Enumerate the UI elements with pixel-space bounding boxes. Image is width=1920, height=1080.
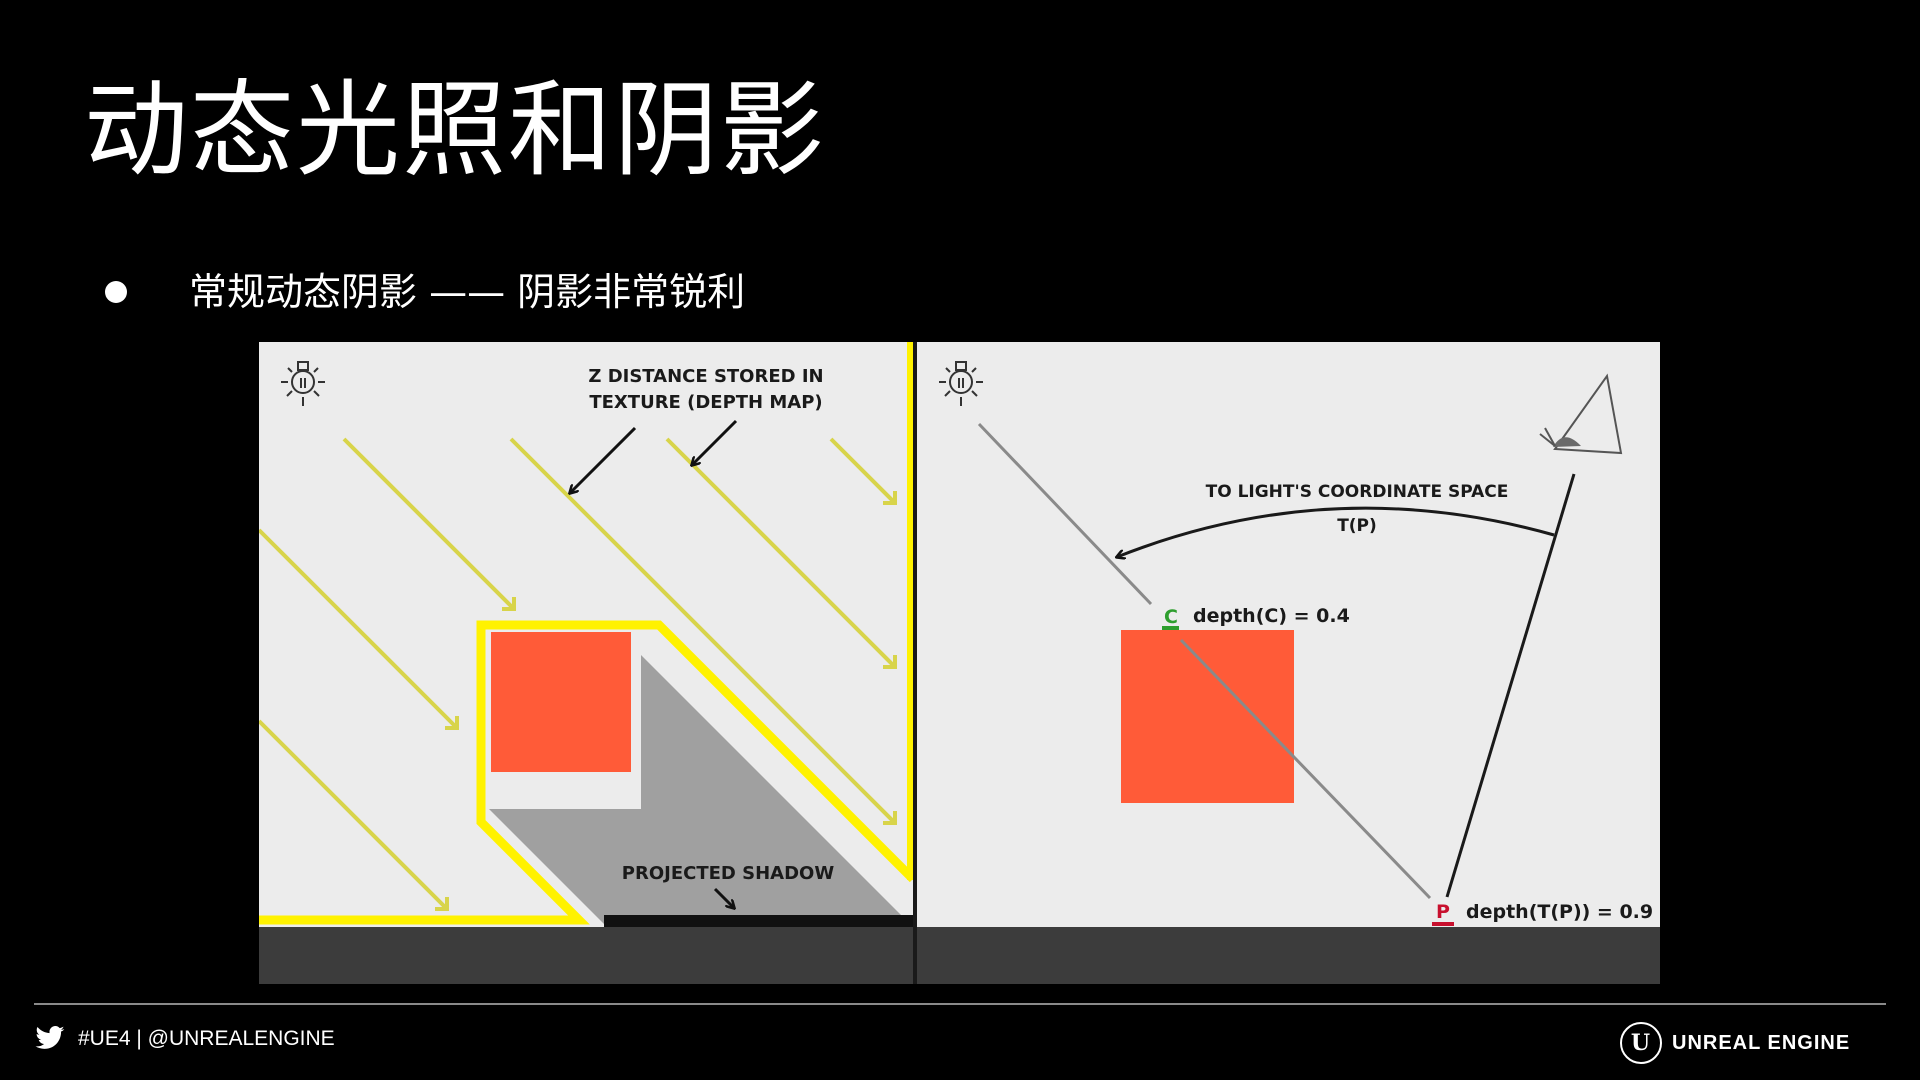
- bullet-dot-icon: [105, 281, 127, 303]
- right-panel: TO LIGHT'S COORDINATE SPACE T(P) C depth…: [917, 342, 1660, 984]
- depth-map-label-line2: TEXTURE (DEPTH MAP): [589, 392, 822, 413]
- shadow-mapping-figure: Z DISTANCE STORED IN TEXTURE (DEPTH MAP)…: [257, 342, 1660, 984]
- point-p-letter: P: [1436, 901, 1450, 923]
- point-p-depth: depth(T(P)) = 0.9: [1466, 901, 1653, 923]
- occluder-box: [491, 632, 631, 772]
- projected-shadow-label: PROJECTED SHADOW: [622, 863, 835, 884]
- twitter-bird-icon: [35, 1026, 65, 1049]
- transform-label-line1: TO LIGHT'S COORDINATE SPACE: [1206, 482, 1509, 502]
- unreal-logo-icon: U: [1620, 1022, 1662, 1064]
- right-floor: [917, 927, 1660, 984]
- social-handle: #UE4 | @UNREALENGINE: [78, 1027, 335, 1050]
- bullet-text: 常规动态阴影 —— 阴影非常锐利: [189, 270, 746, 314]
- depth-map-label-line1: Z DISTANCE STORED IN: [588, 366, 823, 387]
- point-c-depth: depth(C) = 0.4: [1193, 605, 1350, 627]
- bullet-item: 常规动态阴影 —— 阴影非常锐利: [105, 270, 745, 314]
- transform-label-line2: T(P): [1337, 516, 1377, 536]
- point-c-marker: [1162, 626, 1179, 630]
- footer-social: #UE4 | @UNREALENGINE: [34, 1026, 335, 1052]
- left-panel: Z DISTANCE STORED IN TEXTURE (DEPTH MAP)…: [257, 342, 917, 984]
- slide-title: 动态光照和阴影: [84, 69, 827, 191]
- footer-divider: [34, 1003, 1886, 1005]
- point-c-letter: C: [1164, 606, 1178, 628]
- point-p-marker: [1432, 922, 1454, 926]
- shadow-floor-strip: [604, 915, 913, 927]
- footer-brand: U UNREAL ENGINE: [1620, 1022, 1850, 1064]
- brand-name: UNREAL ENGINE: [1672, 1031, 1851, 1054]
- panel-divider: [913, 342, 917, 984]
- occluder-box-right: [1121, 630, 1294, 803]
- left-floor: [259, 927, 913, 984]
